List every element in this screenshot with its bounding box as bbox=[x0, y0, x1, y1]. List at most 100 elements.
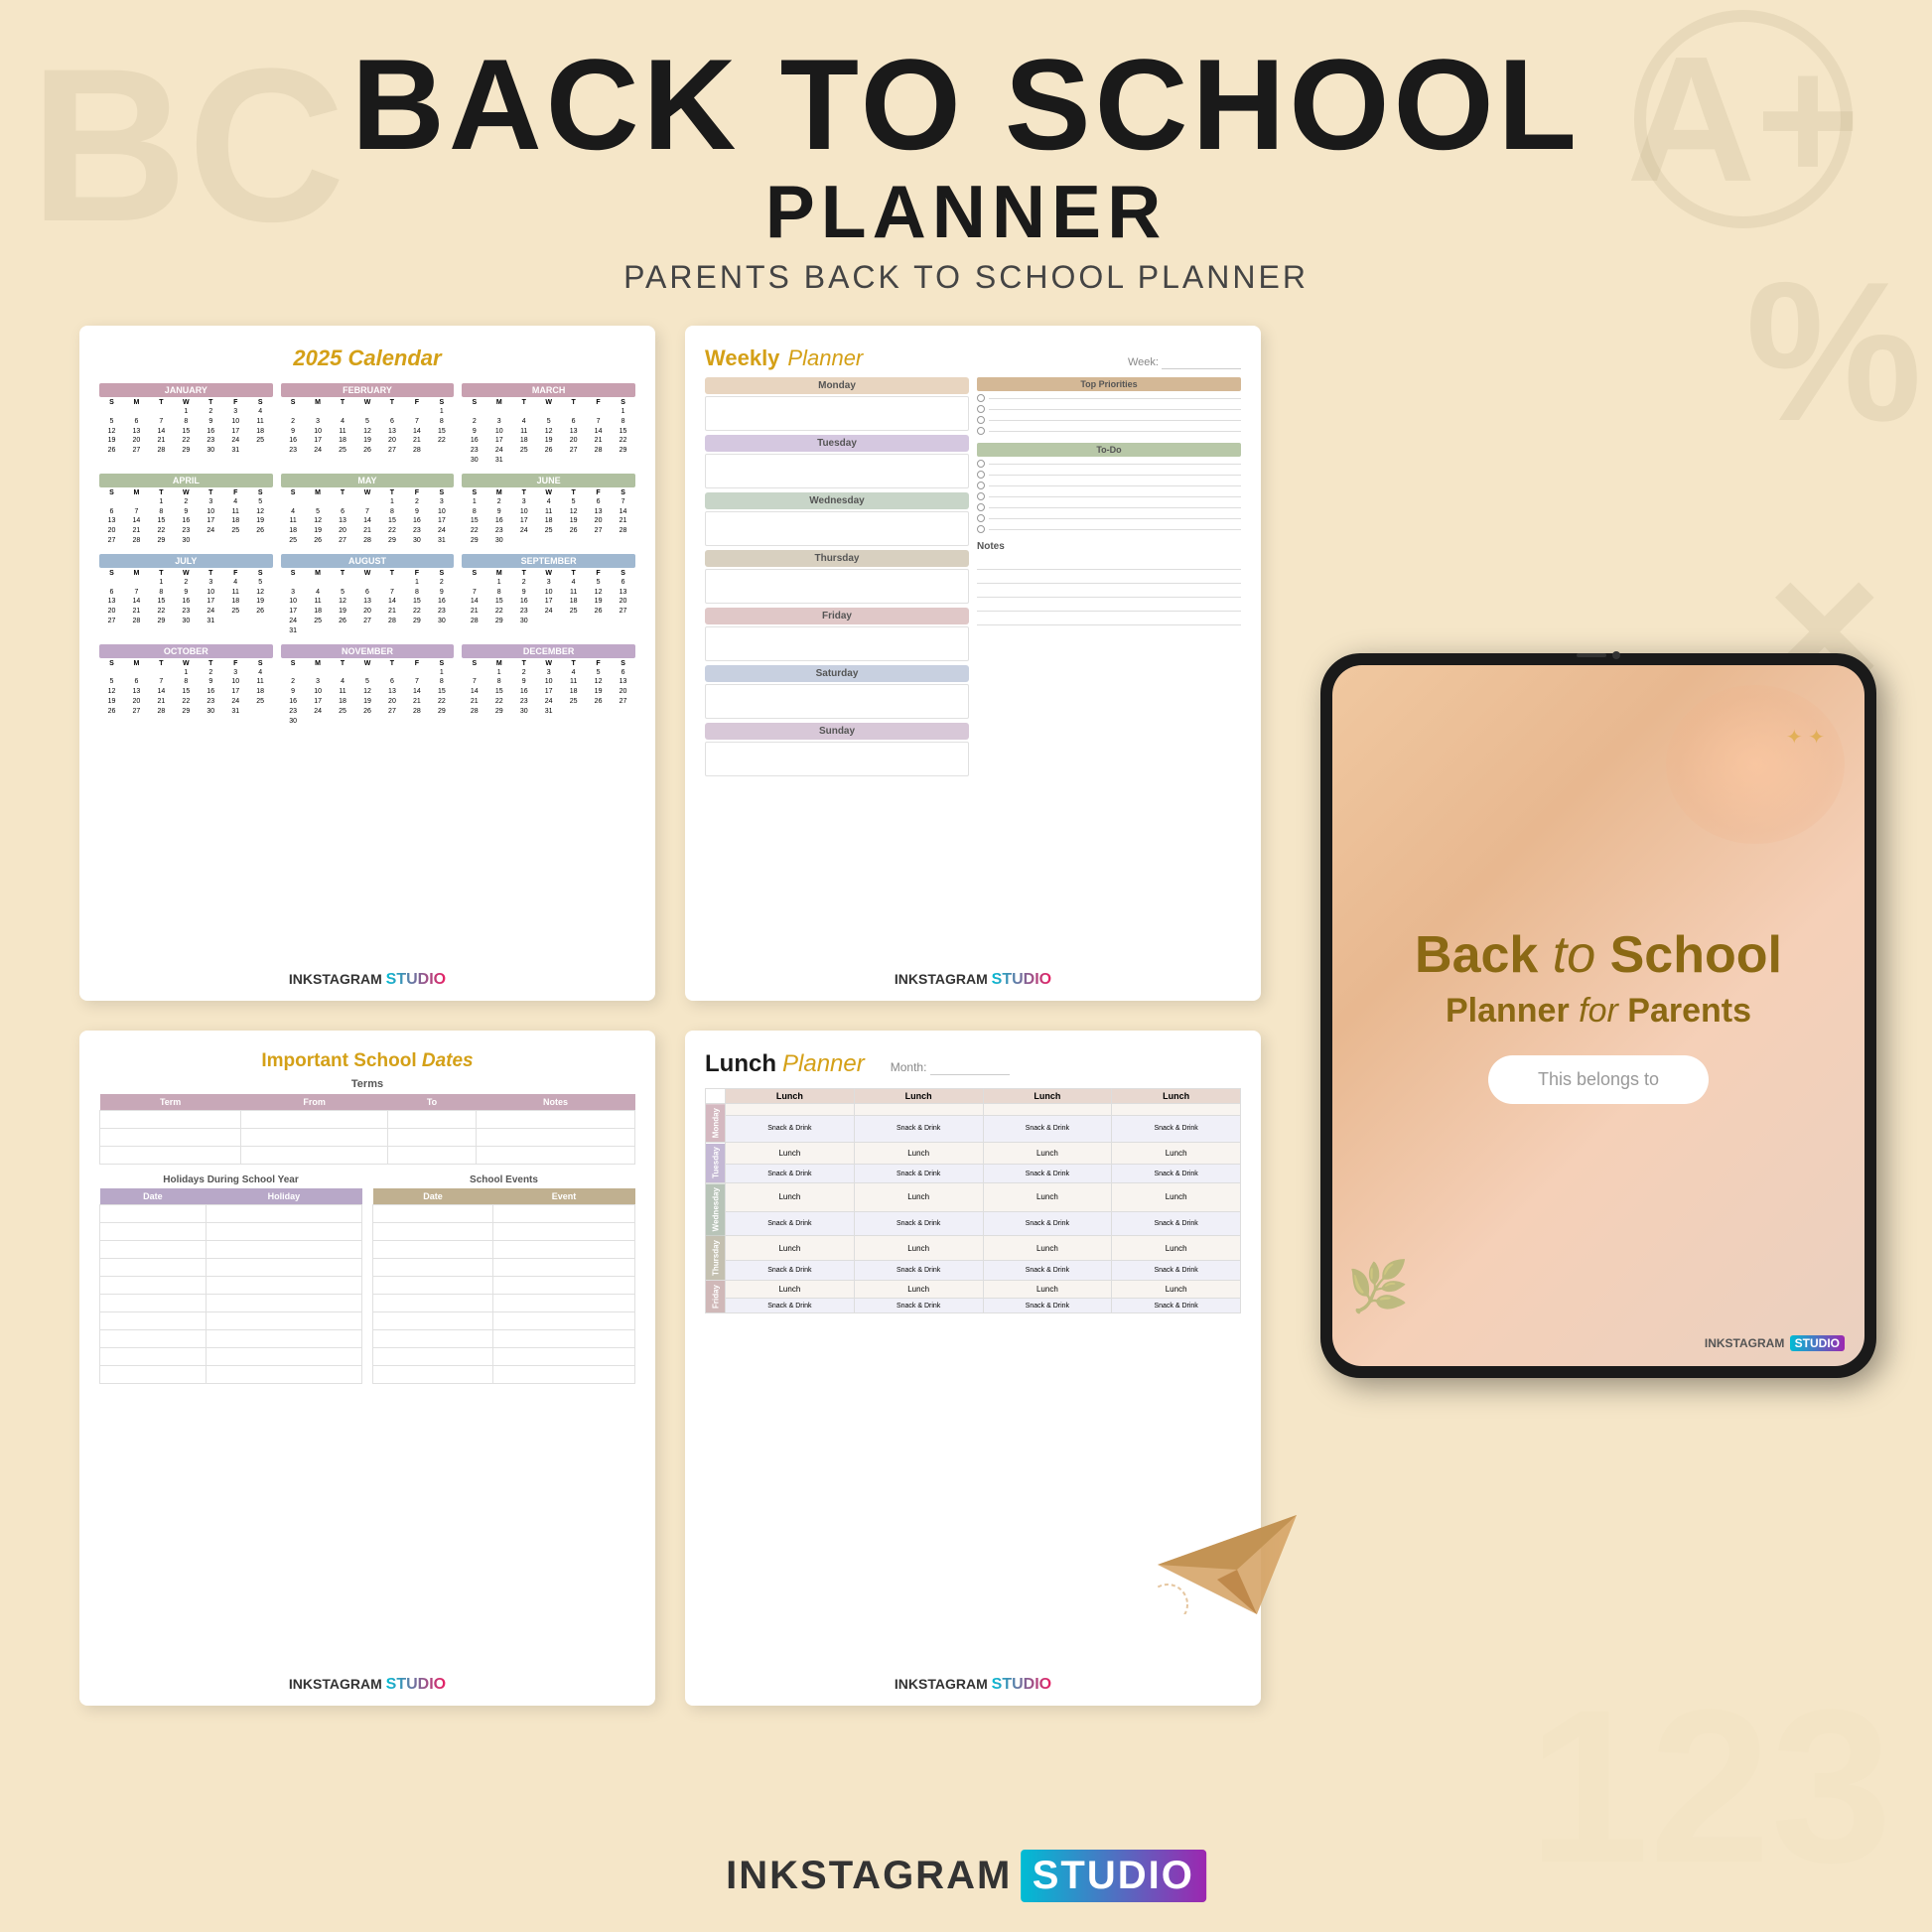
tablet-device: 🌿 ✦ ✦ Back to School Planner for Parents… bbox=[1320, 653, 1876, 1378]
paper-airplane-decor bbox=[1158, 1515, 1297, 1614]
notes-lines bbox=[977, 556, 1241, 625]
cal-studio: STUDIO bbox=[386, 971, 446, 988]
weekly-footer: INKSTAGRAM STUDIO bbox=[895, 971, 1051, 989]
month-march: MARCH SMTWTFS 1 2345678 9101112131415 16… bbox=[462, 383, 635, 466]
tablet-subtitle: Planner for Parents bbox=[1415, 992, 1782, 1031]
notes-label: Notes bbox=[977, 541, 1241, 552]
table-row bbox=[373, 1259, 635, 1277]
isd-title: Important School Dates bbox=[99, 1050, 635, 1072]
main-title: BACK TO SCHOOL bbox=[0, 40, 1932, 169]
table-row bbox=[373, 1241, 635, 1259]
day-saturday: Saturday bbox=[705, 665, 969, 682]
wednesday-lunch-row: Wednesday LunchLunchLunchLunch bbox=[706, 1183, 1241, 1212]
weekly-brand: INKSTAGRAM bbox=[895, 971, 988, 987]
month-february: FEBRUARY SMTWTFS 1 2345678 9101112131415… bbox=[281, 383, 455, 466]
weekly-page: Weekly Planner Week: Monday Tuesday Wedn… bbox=[685, 326, 1261, 1001]
calendar-page: 2025 Calendar JANUARY SMTWTFS 1234 56789… bbox=[79, 326, 655, 1001]
day-wednesday: Wednesday bbox=[705, 492, 969, 509]
monday-snack-row: Snack & DrinkSnack & DrinkSnack & DrinkS… bbox=[706, 1115, 1241, 1143]
table-row bbox=[100, 1241, 362, 1259]
month-september: SEPTEMBER SMTWTFS 123456 78910111213 141… bbox=[462, 554, 635, 636]
isd-dual-section: Holidays During School Year DateHoliday bbox=[99, 1174, 635, 1394]
table-row bbox=[373, 1366, 635, 1384]
tablet-studio-text: STUDIO bbox=[1795, 1336, 1840, 1350]
weekly-studio: STUDIO bbox=[992, 971, 1051, 988]
calendar-grid: JANUARY SMTWTFS 1234 567891011 121314151… bbox=[99, 383, 635, 726]
day-thursday: Thursday bbox=[705, 550, 969, 567]
tuesday-lunch-row: Tuesday LunchLunchLunchLunch bbox=[706, 1143, 1241, 1165]
tuesday-snack-row: Snack & DrinkSnack & DrinkSnack & DrinkS… bbox=[706, 1165, 1241, 1183]
calendar-title: 2025 Calendar bbox=[99, 345, 635, 371]
isd-studio: STUDIO bbox=[386, 1676, 446, 1693]
priorities-title: Top Priorities bbox=[977, 377, 1241, 391]
table-row bbox=[100, 1295, 362, 1312]
bottom-studio-box: STUDIO bbox=[1021, 1850, 1206, 1902]
table-row bbox=[100, 1312, 362, 1330]
month-may: MAY SMTWTFS 123 45678910 11121314151617 … bbox=[281, 474, 455, 546]
month-december: DECEMBER SMTWTFS 123456 78910111213 1415… bbox=[462, 644, 635, 727]
days-column: Monday Tuesday Wednesday Thursday Friday bbox=[705, 377, 969, 780]
watercolor-decor bbox=[1666, 685, 1845, 844]
school-dates-page: Important School Dates Terms TermFromToN… bbox=[79, 1031, 655, 1706]
belongs-to-box: This belongs to bbox=[1488, 1055, 1709, 1104]
events-section: School Events DateEvent bbox=[372, 1174, 635, 1394]
table-row bbox=[100, 1259, 362, 1277]
month-june: JUNE SMTWTFS 1234567 891011121314 151617… bbox=[462, 474, 635, 546]
isd-brand: INKSTAGRAM bbox=[289, 1676, 382, 1692]
camera-dot bbox=[1612, 651, 1620, 659]
tablet-studio-box: STUDIO bbox=[1790, 1335, 1845, 1351]
calendar-footer: INKSTAGRAM STUDIO bbox=[289, 971, 446, 989]
weekly-title-script: Planner bbox=[787, 345, 863, 371]
todo-title: To-Do bbox=[977, 443, 1241, 457]
stars-decor: ✦ ✦ bbox=[1786, 725, 1825, 750]
lunch-studio: STUDIO bbox=[992, 1676, 1051, 1693]
bottom-brand: INKSTAGRAM STUDIO bbox=[726, 1850, 1206, 1902]
table-row bbox=[100, 1277, 362, 1295]
table-row bbox=[373, 1223, 635, 1241]
monday-lunch-row: Monday bbox=[706, 1104, 1241, 1116]
belongs-to-text: This belongs to bbox=[1538, 1069, 1659, 1089]
lunch-brand: INKSTAGRAM bbox=[895, 1676, 988, 1692]
tagline: PARENTS BACK TO SCHOOL PLANNER bbox=[0, 259, 1932, 296]
friday-snack-row: Snack & DrinkSnack & DrinkSnack & DrinkS… bbox=[706, 1299, 1241, 1313]
month-july: JULY SMTWTFS 12345 6789101112 1314151617… bbox=[99, 554, 273, 636]
table-row bbox=[100, 1111, 635, 1129]
wednesday-snack-row: Snack & DrinkSnack & DrinkSnack & DrinkS… bbox=[706, 1211, 1241, 1236]
lunch-header: Lunch Planner Month: bbox=[705, 1050, 1241, 1078]
camera-line bbox=[1577, 653, 1606, 657]
holidays-table: DateHoliday bbox=[99, 1188, 362, 1384]
month-january: JANUARY SMTWTFS 1234 567891011 121314151… bbox=[99, 383, 273, 466]
weekly-title-main: Weekly bbox=[705, 345, 779, 371]
week-label: Week: bbox=[1128, 356, 1241, 369]
table-row bbox=[100, 1348, 362, 1366]
weekly-header: Weekly Planner Week: bbox=[705, 345, 1241, 371]
floral-decor: 🌿 bbox=[1347, 1258, 1409, 1316]
events-label: School Events bbox=[372, 1174, 635, 1185]
bottom-brand-ink: INKSTAGRAM bbox=[726, 1854, 1012, 1897]
events-table: DateEvent bbox=[372, 1188, 635, 1384]
tablet-camera bbox=[1577, 651, 1620, 659]
table-row bbox=[373, 1330, 635, 1348]
table-row bbox=[373, 1312, 635, 1330]
lunch-title-main: Lunch bbox=[705, 1050, 776, 1078]
day-monday: Monday bbox=[705, 377, 969, 394]
table-row bbox=[373, 1205, 635, 1223]
page-header: BACK TO SCHOOL PLANNER PARENTS BACK TO S… bbox=[0, 0, 1932, 296]
tablet-screen: 🌿 ✦ ✦ Back to School Planner for Parents… bbox=[1332, 665, 1864, 1366]
tablet-footer: INKSTAGRAM STUDIO bbox=[1705, 1335, 1845, 1351]
month-april: APRIL SMTWTFS 12345 6789101112 131415161… bbox=[99, 474, 273, 546]
tablet-container: 🌿 ✦ ✦ Back to School Planner for Parents… bbox=[1291, 326, 1906, 1706]
lunch-header-row: Lunch Lunch Lunch Lunch bbox=[706, 1089, 1241, 1104]
table-row bbox=[100, 1129, 635, 1147]
lunch-footer: INKSTAGRAM STUDIO bbox=[895, 1676, 1051, 1694]
lunch-table: Lunch Lunch Lunch Lunch Monday Snack & D… bbox=[705, 1088, 1241, 1313]
tablet-title: Back to School bbox=[1415, 927, 1782, 984]
month-label: Month: bbox=[891, 1060, 1010, 1075]
sub-title: PLANNER bbox=[0, 169, 1932, 254]
terms-table: TermFromToNotes bbox=[99, 1094, 635, 1165]
table-row bbox=[373, 1295, 635, 1312]
table-row bbox=[100, 1205, 362, 1223]
month-october: OCTOBER SMTWTFS 1234 567891011 121314151… bbox=[99, 644, 273, 727]
table-row bbox=[373, 1277, 635, 1295]
cal-brand: INKSTAGRAM bbox=[289, 971, 382, 987]
